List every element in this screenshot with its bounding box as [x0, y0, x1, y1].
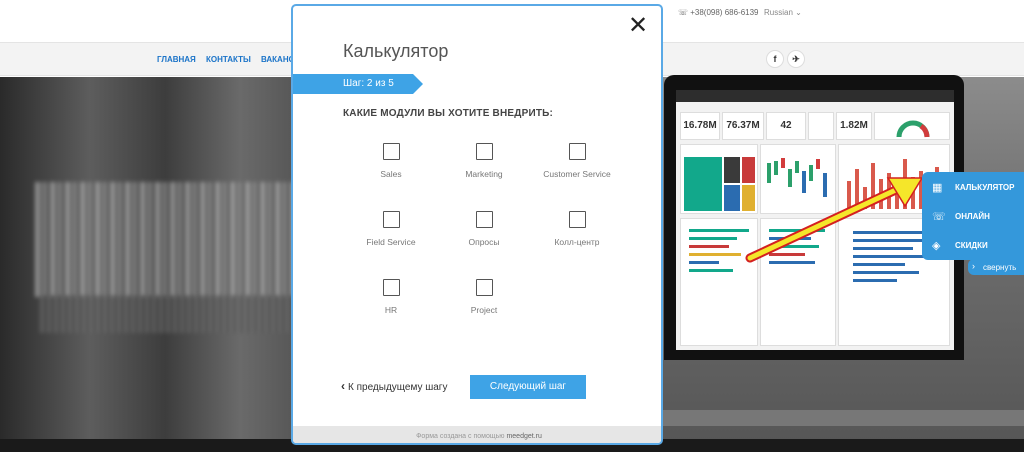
chevron-right-icon: ›: [972, 261, 975, 271]
modal-footer: Форма создана с помощью meedget.ru: [293, 426, 661, 443]
blurred-tagline: [40, 295, 300, 333]
facebook-icon[interactable]: f: [766, 50, 784, 68]
previous-step-link[interactable]: ‹ К предыдущему шагу: [341, 379, 447, 393]
option-call-center[interactable]: Колл-центр: [522, 211, 632, 247]
question-heading: КАКИЕ МОДУЛИ ВЫ ХОТИТЕ ВНЕДРИТЬ:: [343, 108, 554, 119]
close-icon[interactable]: ✕: [627, 14, 649, 38]
option-label: Customer Service: [543, 169, 611, 179]
gauge-tile: [874, 112, 950, 140]
phone-icon: ☏: [932, 211, 946, 223]
chevron-left-icon: ‹: [341, 379, 345, 393]
option-customer-service[interactable]: Customer Service: [522, 143, 632, 179]
footer-link[interactable]: meedget.ru: [506, 433, 541, 440]
kpi-tile: 16.78M: [680, 112, 720, 140]
previous-step-label: К предыдущему шагу: [348, 382, 448, 393]
widget-item-label: КАЛЬКУЛЯТОР: [955, 183, 1015, 192]
dashboard-header: [676, 90, 954, 102]
gauge-chart: [896, 120, 930, 138]
tag-icon: ◈: [932, 240, 941, 252]
checkbox[interactable]: [475, 211, 493, 228]
telegram-icon[interactable]: ✈: [787, 50, 805, 68]
kpi-tile: 1.82M: [836, 112, 872, 140]
step-indicator: Шаг: 2 из 5: [293, 74, 423, 94]
kpi-tile: 42: [766, 112, 806, 140]
footer-text: Форма создана с помощью: [416, 433, 505, 440]
kpi-tile-blank: [808, 112, 834, 140]
step-label: Шаг: 2 из 5: [343, 78, 394, 89]
widget-item-discounts[interactable]: ◈ СКИДКИ: [922, 231, 1024, 260]
nav-item-home[interactable]: ГЛАВНАЯ: [157, 55, 196, 64]
calculator-modal: ✕ Калькулятор Шаг: 2 из 5 КАКИЕ МОДУЛИ В…: [291, 4, 663, 445]
phone-number[interactable]: ☏ +38(098) 686-6139: [678, 8, 759, 17]
collapse-label: свернуть: [983, 263, 1017, 272]
checkbox[interactable]: [475, 279, 493, 296]
language-selector[interactable]: Russian ⌄: [764, 8, 802, 17]
checkbox[interactable]: [475, 143, 493, 160]
widget-item-online[interactable]: ☏ ОНЛАЙН: [922, 202, 1024, 231]
checkbox[interactable]: [382, 279, 400, 296]
hero-background-left: [0, 77, 315, 452]
blurred-logo-text: [35, 182, 315, 297]
collapse-widget-button[interactable]: › свернуть: [968, 259, 1024, 275]
next-step-button[interactable]: Следующий шаг: [470, 375, 586, 399]
nav-item-contacts[interactable]: КОНТАКТЫ: [206, 55, 251, 64]
checkbox[interactable]: [382, 143, 400, 160]
checkbox[interactable]: [382, 211, 400, 228]
checkbox[interactable]: [568, 143, 586, 160]
widget-item-calculator[interactable]: ▦ КАЛЬКУЛЯТОР: [922, 173, 1024, 202]
pointer-arrow-icon: [745, 177, 924, 263]
option-label: Колл-центр: [554, 237, 600, 247]
modal-title: Калькулятор: [343, 41, 449, 61]
laptop-base: [640, 410, 1024, 426]
calculator-icon: ▦: [932, 182, 943, 194]
kpi-tile: 76.37M: [722, 112, 764, 140]
option-project[interactable]: Project: [429, 279, 539, 315]
option-label: Project: [470, 305, 498, 315]
nav-item-vacancies[interactable]: ВАКАНС: [261, 55, 294, 64]
checkbox[interactable]: [568, 211, 586, 228]
floating-widget: ▦ КАЛЬКУЛЯТОР ☏ ОНЛАЙН ◈ СКИДКИ: [922, 172, 1024, 260]
widget-item-label: СКИДКИ: [955, 241, 988, 250]
widget-item-label: ОНЛАЙН: [955, 212, 990, 221]
